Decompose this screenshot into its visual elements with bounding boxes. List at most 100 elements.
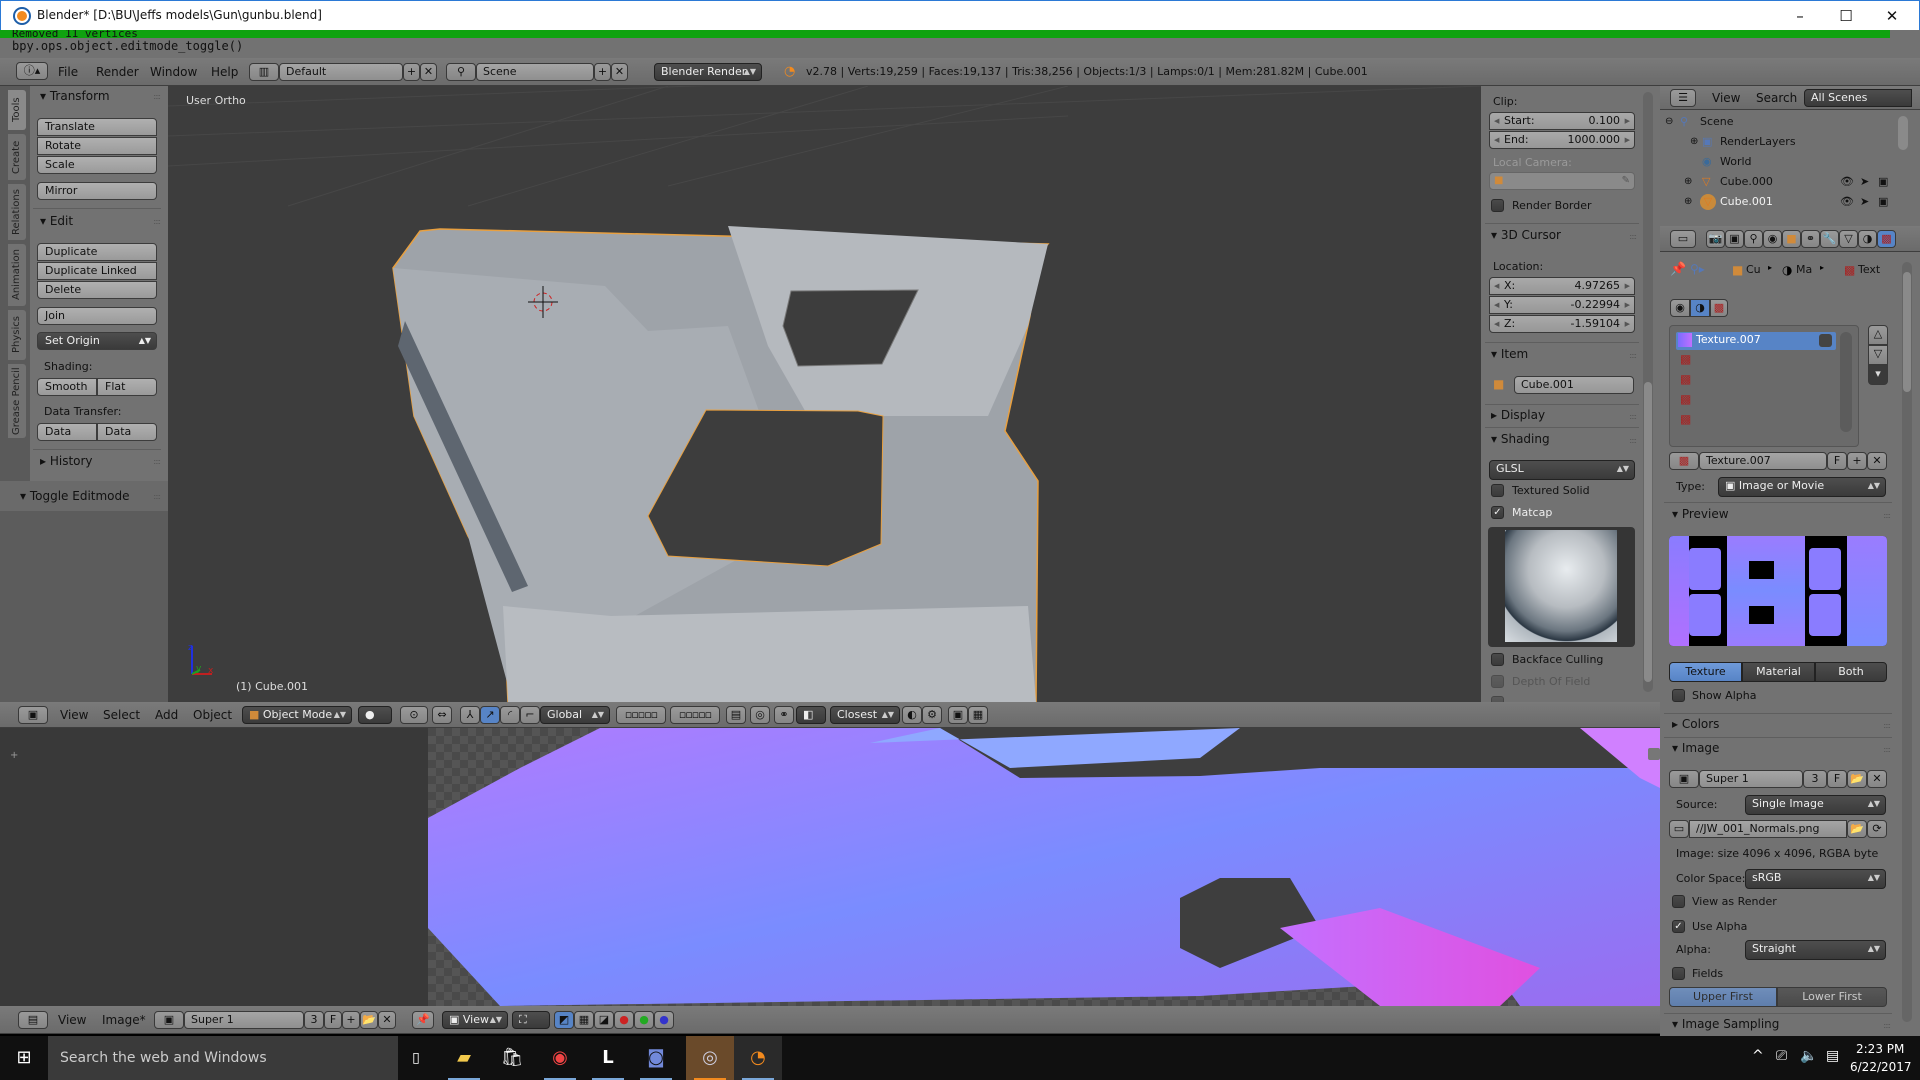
menu-view[interactable]: View <box>60 708 88 722</box>
color-space-dropdown[interactable]: sRGB ▲▼ <box>1745 869 1886 889</box>
scrollbar-thumb[interactable] <box>1644 382 1652 682</box>
history-panel-header[interactable]: ▸ History <box>40 454 93 468</box>
selectable-cursor-icon[interactable]: ➤ <box>1860 172 1869 192</box>
snap-element-dropdown[interactable]: ◧ <box>796 706 826 724</box>
tab-grease-pencil[interactable]: Grease Pencil <box>8 364 26 438</box>
drag-grip-icon[interactable]: :::: <box>1629 232 1637 241</box>
tab-animation[interactable]: Animation <box>8 244 26 306</box>
image-browse-icon[interactable]: ▣ <box>154 1011 184 1029</box>
opengl-render-icon[interactable]: ◐ <box>902 706 922 724</box>
render-border-checkbox[interactable] <box>1491 199 1504 212</box>
scene-tab-icon[interactable]: ⚲ <box>1744 230 1763 248</box>
empty-texture-slot-icon[interactable]: ▩ <box>1680 392 1691 406</box>
drag-grip-icon[interactable]: :::: <box>153 457 161 466</box>
display-panel-header[interactable]: ▸ Display <box>1491 408 1545 422</box>
tab-physics[interactable]: Physics <box>8 310 26 360</box>
add-scene-icon[interactable]: + <box>594 63 611 81</box>
data-button[interactable]: Data <box>37 423 97 441</box>
action-center-icon[interactable]: ▤ <box>1826 1048 1839 1064</box>
opengl-settings-icon[interactable]: ⚙ <box>922 706 942 724</box>
draw-rgb-alpha-icon[interactable]: ◩ <box>554 1011 574 1029</box>
smooth-button[interactable]: Smooth <box>37 378 97 396</box>
texture-browse-icon[interactable]: ▩ <box>1669 452 1699 470</box>
cursor-z-field[interactable]: ◀ Z: -1.59104 ▶ <box>1489 315 1635 333</box>
pack-image-icon[interactable]: ▭ <box>1669 820 1689 838</box>
move-slot-up-icon[interactable]: △ <box>1868 325 1888 345</box>
preview-tab-both[interactable]: Both <box>1815 662 1887 682</box>
layers-grid-2[interactable]: ▫▫▫▫▫ <box>670 706 720 724</box>
scene-field[interactable]: Scene <box>476 63 594 81</box>
editor-type-image-icon[interactable]: ▤ <box>18 1011 48 1029</box>
start-button[interactable]: ⊞ <box>0 1036 48 1080</box>
layout-field[interactable]: Default <box>279 63 403 81</box>
object-name-field[interactable]: Cube.001 <box>1514 376 1634 394</box>
preview-tab-material[interactable]: Material <box>1742 662 1815 682</box>
viewport-shading-button[interactable]: ● <box>358 706 392 724</box>
layers-grid-1[interactable]: ▫▫▫▫▫ <box>616 706 666 724</box>
image-users-count[interactable]: 3 <box>304 1011 324 1029</box>
tab-tools[interactable]: Tools <box>8 90 26 130</box>
material-texture-context-icon[interactable]: ◑ <box>1690 299 1710 317</box>
manipulator-icon[interactable]: ⇔ <box>432 706 452 724</box>
data-layout-button[interactable]: Data Layo <box>97 423 157 441</box>
editor-type-info-icon[interactable]: ⓘ▴ <box>16 62 48 80</box>
image-name-field[interactable]: Super 1 <box>1699 770 1803 788</box>
modifiers-tab-icon[interactable]: 🔧 <box>1820 230 1839 248</box>
pivot-point-icon[interactable]: ⊙ <box>400 706 428 724</box>
show-alpha-checkbox[interactable] <box>1672 689 1685 702</box>
drag-grip-icon[interactable]: :::: <box>153 92 161 101</box>
toggle-editmode-header[interactable]: ▾ Toggle Editmode <box>20 489 130 503</box>
edit-panel-header[interactable]: ▾ Edit <box>40 214 73 228</box>
source-dropdown[interactable]: Single Image ▲▼ <box>1745 795 1886 815</box>
texture-name-field[interactable]: Texture.007 <box>1699 452 1827 470</box>
tab-relations[interactable]: Relations <box>8 184 26 240</box>
drag-grip-icon[interactable]: :::: <box>1883 511 1891 520</box>
close-button[interactable]: ✕ <box>1869 1 1915 31</box>
image-fake-user-button[interactable]: F <box>1827 770 1847 788</box>
orientation-dropdown[interactable]: Global ▲▼ <box>540 706 610 724</box>
visibility-eye-icon[interactable]: 👁 <box>1840 192 1854 212</box>
open-image-icon[interactable]: 📂 <box>1847 770 1867 788</box>
scale-manipulator-icon[interactable]: ⌐ <box>520 706 540 724</box>
pivot-dropdown[interactable]: ⛶ <box>512 1011 550 1029</box>
data-tab-icon[interactable]: ▽ <box>1839 230 1858 248</box>
menu-view[interactable]: View <box>58 1013 86 1027</box>
cursor-x-field[interactable]: ◀ X: 4.97265 ▶ <box>1489 277 1635 295</box>
sidebar-scrollbar[interactable] <box>1643 92 1653 692</box>
rotate-button[interactable]: Rotate <box>37 137 157 155</box>
drag-grip-icon[interactable]: :::: <box>1629 436 1637 445</box>
blender-taskbar-icon[interactable]: ◔ <box>734 1036 782 1080</box>
eyedropper-icon[interactable]: ✎ <box>1622 173 1630 189</box>
backface-culling-checkbox[interactable] <box>1491 653 1504 666</box>
chrome-icon[interactable]: ◉ <box>536 1036 584 1080</box>
set-origin-dropdown[interactable]: Set Origin ▲▼ <box>37 332 157 350</box>
texture-type-dropdown[interactable]: ▣ Image or Movie ▲▼ <box>1718 477 1886 497</box>
drag-grip-icon[interactable]: :::: <box>153 217 161 226</box>
upper-first-toggle[interactable]: Upper First <box>1669 987 1777 1007</box>
task-view-icon[interactable]: ▯ <box>392 1036 440 1080</box>
new-image-icon[interactable]: + <box>342 1011 360 1029</box>
3d-viewport[interactable]: User Ortho z y x (1) Cube.001 <box>168 86 1481 702</box>
texture-fake-user-button[interactable]: F <box>1827 452 1847 470</box>
scrollbar-thumb[interactable] <box>1903 272 1911 392</box>
proportional-edit-icon[interactable]: ◎ <box>750 706 770 724</box>
preview-panel-header[interactable]: ▾ Preview <box>1672 507 1729 521</box>
view-as-render-checkbox[interactable] <box>1672 895 1685 908</box>
drag-grip-icon[interactable]: :::: <box>1629 351 1637 360</box>
scene-icon[interactable]: ⚲ <box>446 63 476 81</box>
other-texture-context-icon[interactable]: ▩ <box>1710 299 1728 317</box>
collapse-icon[interactable]: ⊖ <box>1665 112 1673 132</box>
menu-help[interactable]: Help <box>211 65 238 79</box>
fields-checkbox[interactable] <box>1672 967 1685 980</box>
outliner-item-scene[interactable]: ⊖ ⚲ Scene <box>1660 112 1896 132</box>
menu-select[interactable]: Select <box>103 708 140 722</box>
flat-button[interactable]: Flat <box>97 378 157 396</box>
object-tab-icon[interactable]: ■ <box>1782 230 1801 248</box>
red-channel-icon[interactable]: ● <box>614 1011 634 1029</box>
snap-target-dropdown[interactable]: Closest ▲▼ <box>830 706 900 724</box>
local-camera-field[interactable]: ■ ✎ <box>1489 172 1635 190</box>
translate-manipulator-icon[interactable]: ↗ <box>480 706 500 724</box>
outliner-scrollbar[interactable] <box>1898 116 1908 150</box>
alpha-mode-dropdown[interactable]: Straight ▲▼ <box>1745 940 1886 960</box>
clip-end-field[interactable]: ◀ End: 1000.000 ▶ <box>1489 131 1635 149</box>
